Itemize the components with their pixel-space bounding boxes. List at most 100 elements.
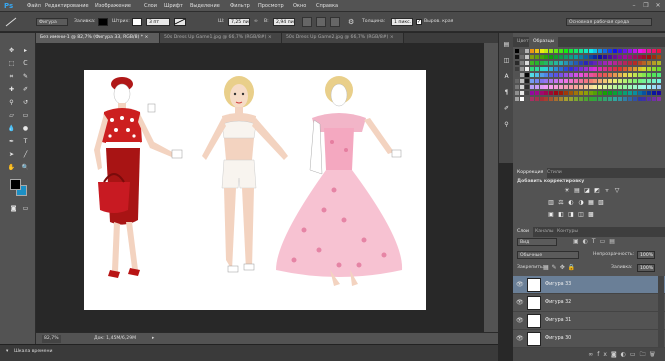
black-white-icon[interactable]: ◐ bbox=[567, 199, 575, 207]
color-swatch[interactable] bbox=[568, 97, 573, 101]
color-swatch[interactable] bbox=[539, 73, 544, 77]
path-arrangement-icon[interactable] bbox=[330, 17, 340, 27]
color-swatch[interactable] bbox=[554, 97, 559, 101]
color-swatch[interactable] bbox=[578, 79, 583, 83]
visibility-eye-icon[interactable]: 👁 bbox=[516, 299, 524, 307]
eyedropper-tool-icon[interactable]: ✎ bbox=[20, 71, 31, 82]
color-swatch[interactable] bbox=[622, 49, 627, 53]
color-swatch[interactable] bbox=[554, 55, 559, 59]
color-swatch[interactable] bbox=[647, 49, 652, 53]
color-swatch[interactable] bbox=[657, 55, 662, 59]
color-swatch[interactable] bbox=[529, 73, 534, 77]
color-balance-icon[interactable]: ⚖ bbox=[557, 199, 565, 207]
color-swatch[interactable] bbox=[519, 61, 524, 65]
timeline-collapse-icon[interactable]: ▾ bbox=[6, 348, 8, 356]
color-swatch[interactable] bbox=[549, 73, 554, 77]
color-swatch[interactable] bbox=[524, 55, 529, 59]
color-swatch[interactable] bbox=[583, 97, 588, 101]
color-swatch[interactable] bbox=[608, 85, 613, 89]
color-swatch[interactable] bbox=[544, 85, 549, 89]
color-swatch[interactable] bbox=[529, 91, 534, 95]
color-swatch[interactable] bbox=[652, 73, 657, 77]
color-swatch[interactable] bbox=[632, 97, 637, 101]
color-swatch[interactable] bbox=[564, 55, 568, 59]
color-swatch[interactable] bbox=[608, 55, 613, 59]
color-swatch[interactable] bbox=[549, 49, 554, 53]
color-swatch[interactable] bbox=[657, 97, 662, 101]
color-swatch[interactable] bbox=[568, 67, 573, 71]
color-swatch[interactable] bbox=[515, 91, 519, 95]
color-swatch[interactable] bbox=[529, 67, 534, 71]
move-tool-icon[interactable]: ✥ bbox=[6, 45, 17, 56]
color-swatch[interactable] bbox=[588, 61, 593, 65]
lasso-tool-icon[interactable]: ᑕ bbox=[20, 58, 31, 69]
brush-panel-icon[interactable]: ✐ bbox=[501, 103, 512, 114]
layer-name[interactable]: Фигура 30 bbox=[545, 334, 571, 343]
color-swatch[interactable] bbox=[519, 79, 524, 83]
layer-row[interactable]: 👁 Фигура 30 bbox=[513, 330, 665, 348]
history-brush-icon[interactable]: ↺ bbox=[20, 97, 31, 108]
color-swatch[interactable] bbox=[652, 61, 657, 65]
selective-color-icon[interactable]: ◫ bbox=[577, 211, 585, 219]
clone-stamp-icon[interactable]: ⚲ bbox=[6, 97, 17, 108]
color-swatch[interactable] bbox=[603, 55, 608, 59]
thickness-field[interactable]: 1 пикс. bbox=[391, 18, 413, 26]
minimize-button[interactable]: – bbox=[630, 1, 638, 10]
exposure-adjust-icon[interactable]: ◩ bbox=[593, 187, 601, 195]
color-swatch[interactable] bbox=[617, 97, 622, 101]
color-swatch[interactable] bbox=[539, 67, 544, 71]
color-swatch[interactable] bbox=[598, 55, 603, 59]
link-dimensions-icon[interactable]: ∞ bbox=[254, 18, 258, 26]
color-swatch[interactable] bbox=[613, 97, 617, 101]
color-swatch[interactable] bbox=[549, 91, 554, 95]
color-swatch[interactable] bbox=[568, 85, 573, 89]
menu-view[interactable]: Просмотр bbox=[258, 2, 284, 11]
fill-color-swatch[interactable] bbox=[98, 18, 108, 26]
color-swatch[interactable] bbox=[657, 61, 662, 65]
color-swatch[interactable] bbox=[647, 79, 652, 83]
visibility-eye-icon[interactable]: 👁 bbox=[516, 281, 524, 289]
tab-swatches[interactable]: Образцы bbox=[529, 37, 559, 47]
hue-saturation-icon[interactable]: ▥ bbox=[547, 199, 555, 207]
color-swatch[interactable] bbox=[617, 91, 622, 95]
color-swatch[interactable] bbox=[622, 91, 627, 95]
color-swatch[interactable] bbox=[564, 79, 568, 83]
color-swatch[interactable] bbox=[603, 79, 608, 83]
color-swatch[interactable] bbox=[588, 73, 593, 77]
color-swatch[interactable] bbox=[549, 55, 554, 59]
zoom-level[interactable]: 82,7% bbox=[42, 335, 61, 343]
color-swatch[interactable] bbox=[559, 97, 564, 101]
color-swatch[interactable] bbox=[657, 79, 662, 83]
color-swatch[interactable] bbox=[554, 49, 559, 53]
properties-panel-icon[interactable]: ◫ bbox=[501, 55, 512, 66]
path-select-icon[interactable]: ➤ bbox=[6, 149, 17, 160]
marquee-tool-icon[interactable]: ⬚ bbox=[6, 58, 17, 69]
color-swatch[interactable] bbox=[598, 49, 603, 53]
color-swatch[interactable] bbox=[544, 73, 549, 77]
color-swatch[interactable] bbox=[593, 55, 598, 59]
color-swatch[interactable] bbox=[622, 67, 627, 71]
color-swatch[interactable] bbox=[529, 49, 534, 53]
tab-dress-up-game1[interactable]: 50s Dress Up Game1.jpg @ 66,7% (RGB/8#) … bbox=[160, 33, 282, 43]
canvas-area[interactable] bbox=[36, 43, 484, 332]
color-swatch[interactable] bbox=[603, 61, 608, 65]
color-swatch[interactable] bbox=[578, 67, 583, 71]
color-swatch[interactable] bbox=[598, 97, 603, 101]
color-swatch[interactable] bbox=[564, 85, 568, 89]
color-swatch[interactable] bbox=[573, 49, 578, 53]
color-swatch[interactable] bbox=[524, 85, 529, 89]
color-swatch[interactable] bbox=[603, 73, 608, 77]
color-swatch[interactable] bbox=[652, 55, 657, 59]
color-swatch[interactable] bbox=[564, 49, 568, 53]
color-swatch[interactable] bbox=[657, 85, 662, 89]
color-swatch[interactable] bbox=[652, 97, 657, 101]
color-swatch[interactable] bbox=[583, 79, 588, 83]
quick-mask-icon[interactable]: ◙ bbox=[8, 203, 19, 214]
color-swatch[interactable] bbox=[627, 97, 632, 101]
menu-image[interactable]: Изображение bbox=[95, 2, 131, 11]
color-swatch[interactable] bbox=[534, 79, 539, 83]
color-swatch[interactable] bbox=[568, 49, 573, 53]
color-swatch[interactable] bbox=[608, 97, 613, 101]
color-swatch[interactable] bbox=[617, 55, 622, 59]
color-swatch[interactable] bbox=[632, 85, 637, 89]
